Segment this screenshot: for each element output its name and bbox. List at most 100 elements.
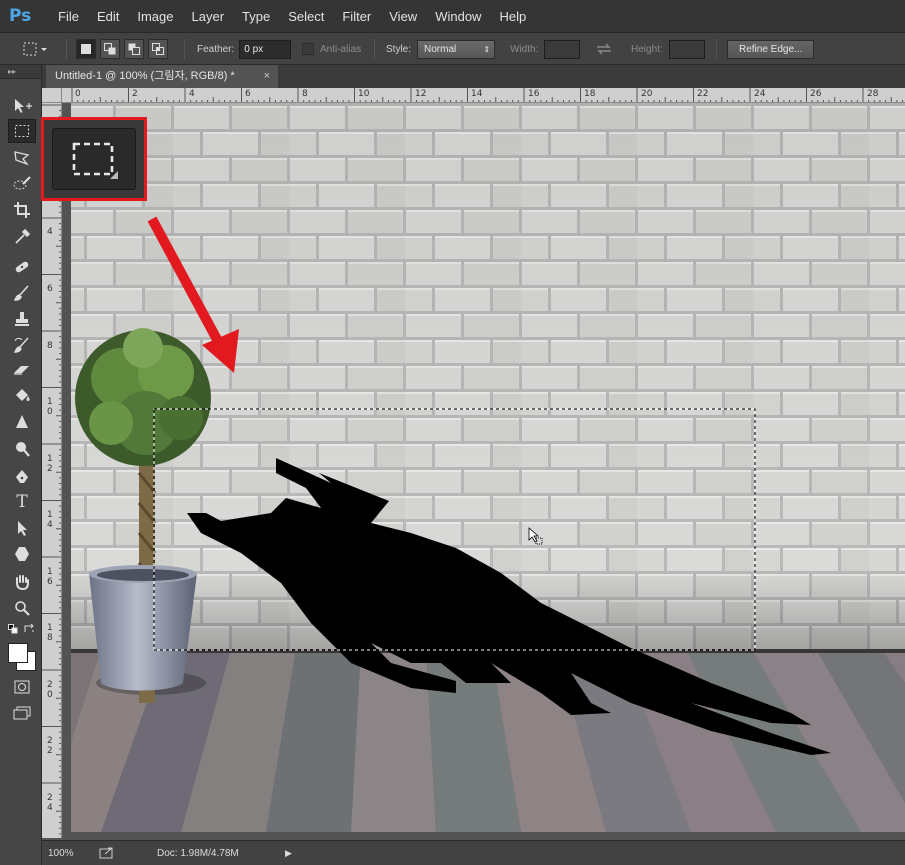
height-input[interactable]: [668, 39, 705, 59]
paint-bucket-icon: [16, 389, 30, 401]
intersect-selection-icon: [152, 43, 164, 55]
move-icon: [15, 99, 32, 113]
history-brush-icon: [13, 337, 29, 353]
export-icon[interactable]: [99, 847, 115, 859]
toolbox-grip[interactable]: ▸▸: [0, 65, 41, 79]
screen-mode-icon: [13, 706, 31, 720]
add-selection-icon: [104, 43, 116, 55]
eraser-icon: [14, 366, 29, 375]
menu-filter[interactable]: Filter: [333, 0, 380, 33]
color-swap-controls: [6, 623, 36, 635]
rect-marquee-icon: [72, 142, 118, 179]
brush-tool[interactable]: [8, 281, 36, 305]
dodge-tool[interactable]: [8, 437, 36, 461]
dodge-icon: [16, 442, 30, 457]
default-colors-icon[interactable]: [8, 624, 18, 634]
status-menu-arrow[interactable]: ▶: [285, 848, 292, 859]
anti-alias-checkbox[interactable]: [302, 43, 314, 55]
options-divider: [66, 39, 67, 59]
callout-arrow: [147, 216, 239, 373]
healing-brush-tool[interactable]: [8, 255, 36, 279]
eraser-tool[interactable]: [8, 358, 36, 382]
anti-alias-label: Anti-alias: [320, 43, 362, 55]
ruler-label: 22: [697, 89, 709, 99]
zoom-tool[interactable]: [8, 596, 36, 620]
ruler-label: 2 2: [47, 736, 53, 756]
crop-tool[interactable]: [8, 198, 36, 222]
lasso-tool[interactable]: [8, 146, 36, 170]
menu-layer[interactable]: Layer: [183, 0, 234, 33]
polygon-lasso-icon: [14, 151, 30, 166]
brush-icon: [14, 285, 29, 301]
subtract-selection-button[interactable]: [124, 39, 144, 59]
close-icon[interactable]: ×: [264, 65, 270, 88]
history-brush-tool[interactable]: [8, 333, 36, 357]
pen-tool[interactable]: [8, 465, 36, 489]
type-tool[interactable]: T: [8, 490, 36, 514]
options-bar: Feather: 0 px Anti-alias Style: Normal ⇕…: [0, 33, 905, 65]
refine-edge-button[interactable]: Refine Edge...: [727, 39, 815, 59]
ruler-label: 14: [471, 89, 483, 99]
ruler-label: 12: [415, 89, 427, 99]
hand-icon: [16, 575, 29, 590]
hand-tool[interactable]: [8, 570, 36, 594]
ruler-label: 8: [302, 89, 308, 99]
document-tab-bar: Untitled-1 @ 100% (그림자, RGB/8) * ×: [42, 65, 905, 88]
rect-marquee-preset-icon: [23, 42, 47, 56]
clone-stamp-tool[interactable]: [8, 307, 36, 331]
ruler-label: 2: [132, 89, 138, 99]
rect-marquee-icon: [15, 125, 29, 137]
crop-icon: [14, 202, 30, 218]
feather-input[interactable]: 0 px: [239, 39, 292, 59]
photoshop-logo: Ps: [9, 6, 32, 26]
menu-window[interactable]: Window: [426, 0, 490, 33]
tool-preset-picker[interactable]: [22, 33, 62, 65]
menu-image[interactable]: Image: [128, 0, 182, 33]
width-input[interactable]: [544, 39, 581, 59]
ruler-label: 24: [754, 89, 766, 99]
quick-mask-button[interactable]: [8, 675, 36, 699]
horizontal-ruler[interactable]: 0 2 4 6 8 10 12 14 16 18 20 22 24 26 28: [62, 88, 905, 103]
intersect-selection-button[interactable]: [148, 39, 168, 59]
menu-select[interactable]: Select: [279, 0, 333, 33]
updown-arrows-icon: ⇕: [483, 44, 491, 54]
menu-file[interactable]: File: [49, 0, 88, 33]
ruler-label: 1 0: [47, 397, 53, 417]
paint-bucket-tool[interactable]: [8, 384, 36, 408]
pen-icon: [16, 470, 28, 483]
shape-icon: [15, 547, 29, 561]
zoom-icon: [15, 601, 30, 616]
ruler-label: 1 2: [47, 454, 53, 474]
path-selection-icon: [18, 521, 27, 536]
screen-mode-button[interactable]: [8, 701, 36, 725]
vertical-ruler[interactable]: 2 4 6 8 1 0 1 2 1 4 1 6 1 8 2 0 2 2 2 4: [42, 103, 62, 838]
add-selection-button[interactable]: [100, 39, 120, 59]
style-select-value: Normal: [424, 43, 457, 55]
eyedropper-tool[interactable]: [8, 225, 36, 249]
menu-bar: Ps File Edit Image Layer Type Select Fil…: [0, 0, 905, 33]
blur-tool[interactable]: [8, 410, 36, 434]
menu-edit[interactable]: Edit: [88, 0, 128, 33]
style-label: Style:: [386, 43, 412, 55]
move-tool[interactable]: [8, 95, 36, 119]
menu-help[interactable]: Help: [490, 0, 535, 33]
document-tab[interactable]: Untitled-1 @ 100% (그림자, RGB/8) * ×: [46, 65, 278, 88]
shape-tool[interactable]: [8, 542, 36, 566]
ruler-origin[interactable]: [42, 88, 62, 103]
ruler-label: 26: [810, 89, 822, 99]
menu-type[interactable]: Type: [233, 0, 279, 33]
zoom-level[interactable]: 100%: [48, 848, 94, 859]
ruler-label: 8: [47, 341, 53, 351]
foreground-color-swatch[interactable]: [8, 643, 28, 663]
menu-view[interactable]: View: [380, 0, 426, 33]
swap-colors-icon[interactable]: [24, 624, 36, 634]
ruler-label: 6: [245, 89, 251, 99]
quick-select-tool[interactable]: [8, 172, 36, 196]
swap-dimensions-icon[interactable]: [596, 43, 612, 55]
status-bar: 100% Doc: 1.98M/4.78M ▶: [42, 840, 905, 865]
new-selection-button[interactable]: [76, 39, 96, 59]
path-selection-tool[interactable]: [8, 516, 36, 540]
style-select[interactable]: Normal ⇕: [417, 39, 496, 59]
rect-marquee-tool[interactable]: [8, 119, 36, 143]
quick-select-icon: [13, 176, 31, 190]
